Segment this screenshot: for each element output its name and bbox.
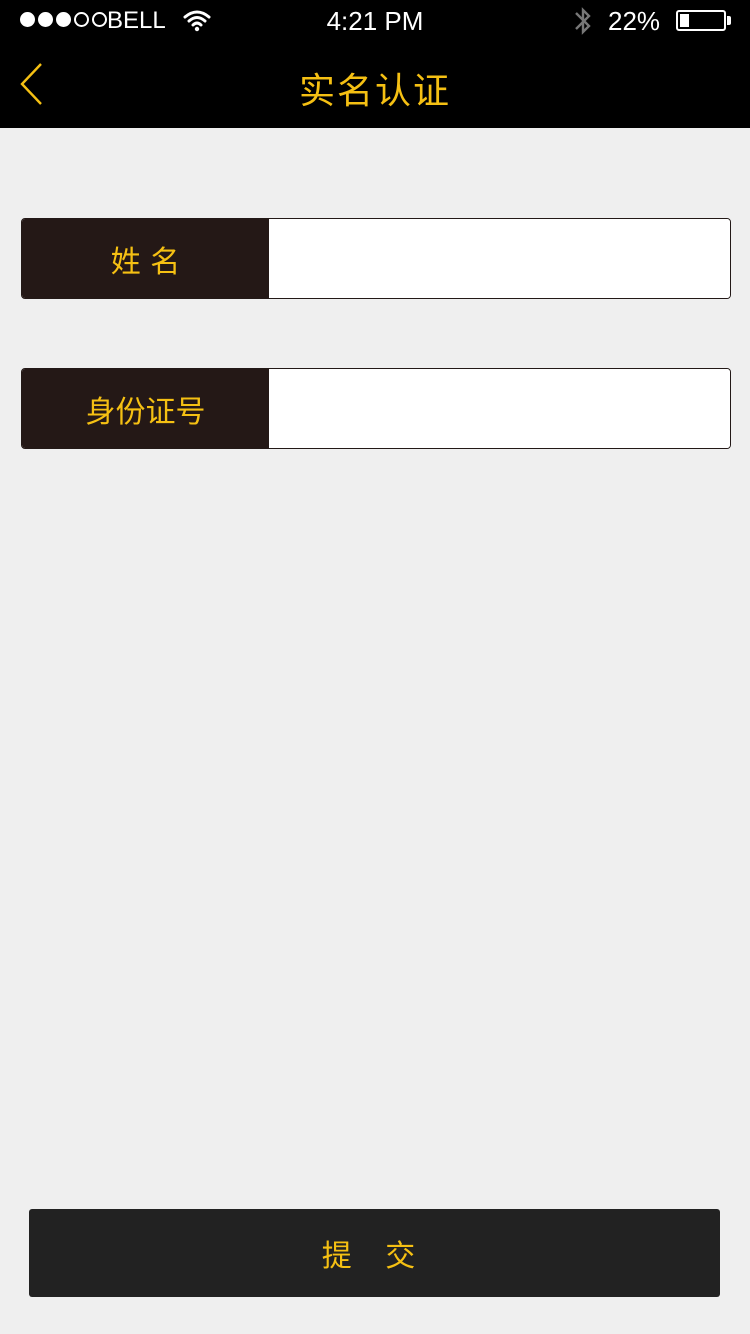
id-number-label: 身份证号 [22,369,269,448]
name-label: 姓 名 [22,219,269,298]
name-field: 姓 名 [21,218,731,299]
navigation-bar: 实名认证 [0,40,750,128]
id-number-field: 身份证号 [21,368,731,449]
battery-tip [727,16,731,25]
battery-icon [676,10,726,31]
battery-percentage: 22% [608,6,661,36]
name-input[interactable] [269,219,730,298]
id-number-input[interactable] [269,369,730,448]
page-title: 实名认证 [298,71,451,112]
status-bar: BELL 4:21 PM 22% [0,0,750,40]
submit-button[interactable]: 提 交 [29,1209,720,1297]
bluetooth-icon [572,4,594,45]
